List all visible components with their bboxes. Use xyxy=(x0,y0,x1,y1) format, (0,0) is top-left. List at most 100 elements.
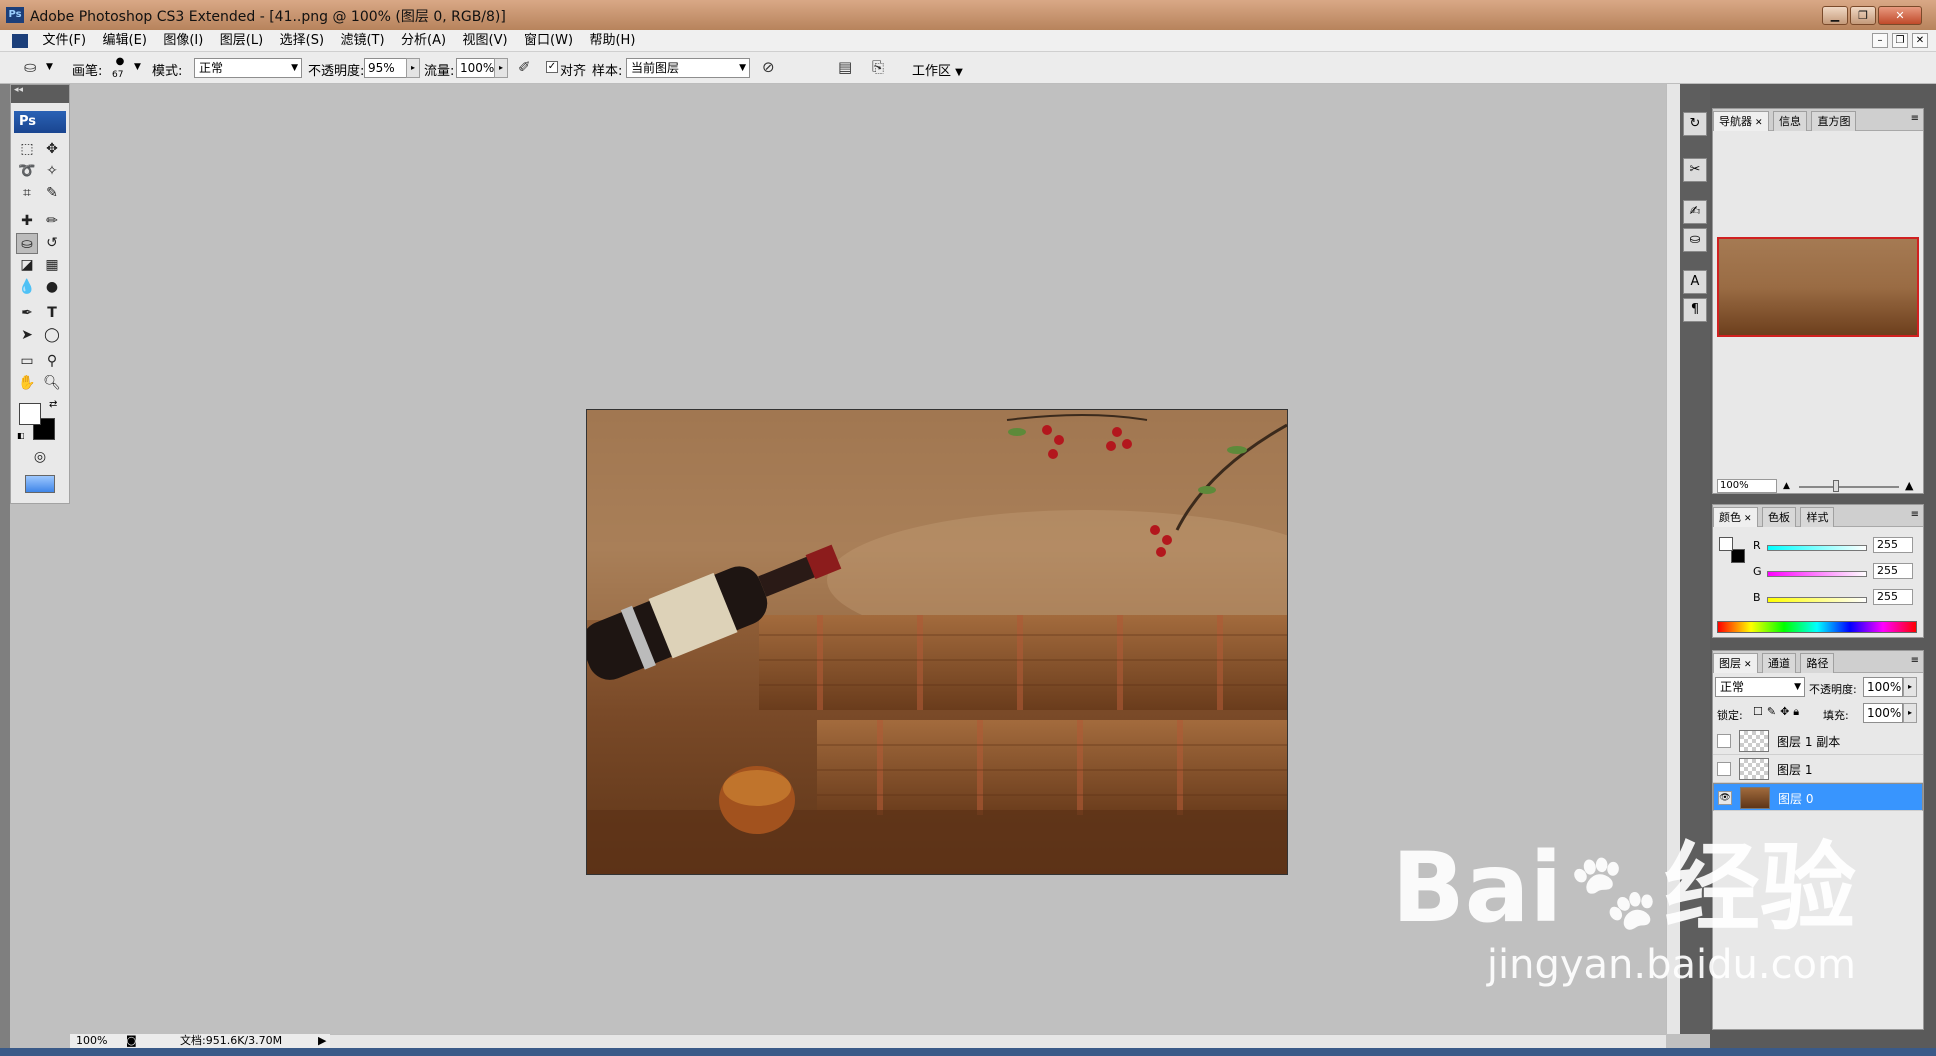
character-panel-icon[interactable]: A xyxy=(1683,270,1707,294)
g-value-input[interactable]: 255 xyxy=(1873,563,1913,579)
slice-tool-icon[interactable]: ✎ xyxy=(41,183,63,204)
layer-row[interactable]: 图层 1 副本 xyxy=(1713,727,1923,755)
tab-navigator[interactable]: 导航器 ✕ xyxy=(1713,111,1769,131)
close-icon[interactable]: ✕ xyxy=(1744,514,1752,524)
layer-opacity-input[interactable]: 100% xyxy=(1863,677,1903,697)
restore-button[interactable]: ❐ xyxy=(1850,6,1876,25)
clone-stamp-tool-icon[interactable]: ⛀ xyxy=(24,58,37,76)
move-tool-icon[interactable]: ✥ xyxy=(41,139,63,160)
default-colors-icon[interactable]: ◧ xyxy=(17,431,25,440)
tab-paths[interactable]: 路径 xyxy=(1800,653,1835,673)
history-brush-tool-icon[interactable]: ↺ xyxy=(41,233,63,254)
menu-select[interactable]: 选择(S) xyxy=(274,30,330,52)
close-icon[interactable]: ✕ xyxy=(1744,660,1752,670)
tab-layers[interactable]: 图层 ✕ xyxy=(1713,653,1758,673)
toolbox-collapse-icon[interactable]: ◂◂ xyxy=(11,85,69,103)
r-value-input[interactable]: 255 xyxy=(1873,537,1913,553)
tool-preset-arrow-icon[interactable]: ▼ xyxy=(46,62,53,72)
navigator-zoom-handle[interactable] xyxy=(1833,480,1839,492)
opacity-slider-button[interactable]: ▸ xyxy=(406,58,420,78)
zoom-tool-icon[interactable]: 🔍︎ xyxy=(41,373,63,394)
tab-info[interactable]: 信息 xyxy=(1773,111,1807,131)
menu-file[interactable]: 文件(F) xyxy=(36,30,92,52)
blur-tool-icon[interactable]: 💧 xyxy=(16,277,38,298)
zoom-in-icon[interactable]: ▲ xyxy=(1905,479,1913,492)
panel-menu-icon[interactable]: ≡ xyxy=(1911,113,1919,124)
opacity-input[interactable]: 95% xyxy=(364,58,408,78)
minimize-button[interactable]: ▁ xyxy=(1822,6,1848,25)
shape-tool-icon[interactable]: ◯ xyxy=(41,325,63,346)
g-slider[interactable] xyxy=(1767,571,1867,577)
lasso-tool-icon[interactable]: ➰ xyxy=(16,161,38,182)
screen-mode-icon[interactable] xyxy=(25,475,55,493)
menu-layer[interactable]: 图层(L) xyxy=(214,30,269,52)
paragraph-panel-icon[interactable]: ¶ xyxy=(1683,298,1707,322)
brush-picker-arrow-icon[interactable]: ▼ xyxy=(134,62,141,72)
fill-slider-button[interactable]: ▸ xyxy=(1903,703,1917,723)
layer-row-selected[interactable]: 👁︎ 图层 0 xyxy=(1713,783,1923,811)
status-menu-icon[interactable]: ◙ xyxy=(126,1034,137,1048)
marquee-tool-icon[interactable]: ⬚ xyxy=(16,139,38,160)
close-button[interactable]: ✕ xyxy=(1878,6,1922,25)
airbrush-icon[interactable]: ✐ xyxy=(518,58,531,76)
mode-select[interactable]: 正常 ▼ xyxy=(194,58,302,78)
notes-tool-icon[interactable]: ▭ xyxy=(16,351,38,372)
sample-select[interactable]: 当前图层 ▼ xyxy=(626,58,750,78)
doc-minimize-button[interactable]: – xyxy=(1872,33,1888,48)
swap-colors-icon[interactable]: ⇄ xyxy=(49,399,57,410)
horizontal-scrollbar[interactable] xyxy=(330,1034,1666,1048)
hand-tool-icon[interactable]: ✋ xyxy=(16,373,38,394)
workspace-button[interactable]: 工作区 ▼ xyxy=(912,60,963,79)
palette-well-icon[interactable]: ▤ xyxy=(838,58,852,76)
document-canvas[interactable] xyxy=(586,409,1288,875)
eyedropper-tool-icon[interactable]: ⚲ xyxy=(41,351,63,372)
visibility-toggle[interactable] xyxy=(1717,734,1731,748)
clone-source-icon[interactable]: ⛀ xyxy=(1683,228,1707,252)
blend-mode-select[interactable]: 正常 ▼ xyxy=(1715,677,1805,697)
doc-close-button[interactable]: ✕ xyxy=(1912,33,1928,48)
navigator-thumbnail[interactable] xyxy=(1717,237,1919,337)
tab-swatches[interactable]: 色板 xyxy=(1762,507,1796,527)
b-slider[interactable] xyxy=(1767,597,1867,603)
navigator-zoom-slider[interactable] xyxy=(1799,486,1899,488)
color-spectrum-bar[interactable] xyxy=(1717,621,1917,633)
panel-menu-icon[interactable]: ≡ xyxy=(1911,509,1919,520)
ignore-adjustment-layers-icon[interactable]: ⊘ xyxy=(762,58,775,76)
tab-color[interactable]: 颜色 ✕ xyxy=(1713,507,1758,527)
dodge-tool-icon[interactable]: ● xyxy=(41,277,63,298)
brush-tool-icon[interactable]: ✏ xyxy=(41,211,63,232)
foreground-color-swatch[interactable] xyxy=(19,403,41,425)
brush-preview-icon[interactable]: ● xyxy=(112,56,128,70)
doc-restore-button[interactable]: ❐ xyxy=(1892,33,1908,48)
color-bg-swatch[interactable] xyxy=(1731,549,1745,563)
path-selection-tool-icon[interactable]: ➤ xyxy=(16,325,38,346)
visibility-toggle[interactable] xyxy=(1717,762,1731,776)
bridge-icon[interactable]: ⎘ xyxy=(872,58,884,76)
menu-edit[interactable]: 编辑(E) xyxy=(97,30,153,52)
zoom-out-icon[interactable]: ▲ xyxy=(1783,481,1790,491)
fill-input[interactable]: 100% xyxy=(1863,703,1903,723)
tab-styles[interactable]: 样式 xyxy=(1800,507,1835,527)
menu-analysis[interactable]: 分析(A) xyxy=(395,30,452,52)
menu-image[interactable]: 图像(I) xyxy=(157,30,209,52)
history-panel-icon[interactable]: ↻ xyxy=(1683,112,1707,136)
healing-brush-tool-icon[interactable]: ✚ xyxy=(16,211,38,232)
layer-row[interactable]: 图层 1 xyxy=(1713,755,1923,783)
magic-wand-tool-icon[interactable]: ✧ xyxy=(41,161,63,182)
tab-histogram[interactable]: 直方图 xyxy=(1811,111,1857,131)
r-slider[interactable] xyxy=(1767,545,1867,551)
b-value-input[interactable]: 255 xyxy=(1873,589,1913,605)
align-checkbox[interactable]: ✓ xyxy=(546,61,558,73)
type-tool-icon[interactable]: T xyxy=(41,303,63,324)
color-fg-swatch[interactable] xyxy=(1719,537,1733,551)
layer-opacity-slider-button[interactable]: ▸ xyxy=(1903,677,1917,697)
menu-help[interactable]: 帮助(H) xyxy=(583,30,641,52)
gradient-tool-icon[interactable]: ▦ xyxy=(41,255,63,276)
tool-presets-icon[interactable]: ✂ xyxy=(1683,158,1707,182)
eye-icon[interactable]: 👁︎ xyxy=(1718,791,1732,805)
menu-view[interactable]: 视图(V) xyxy=(457,30,514,52)
eraser-tool-icon[interactable]: ◪ xyxy=(16,255,38,276)
menu-window[interactable]: 窗口(W) xyxy=(518,30,579,52)
clone-stamp-tool-icon[interactable]: ⛀ xyxy=(16,233,38,254)
brushes-panel-icon[interactable]: ✍ xyxy=(1683,200,1707,224)
